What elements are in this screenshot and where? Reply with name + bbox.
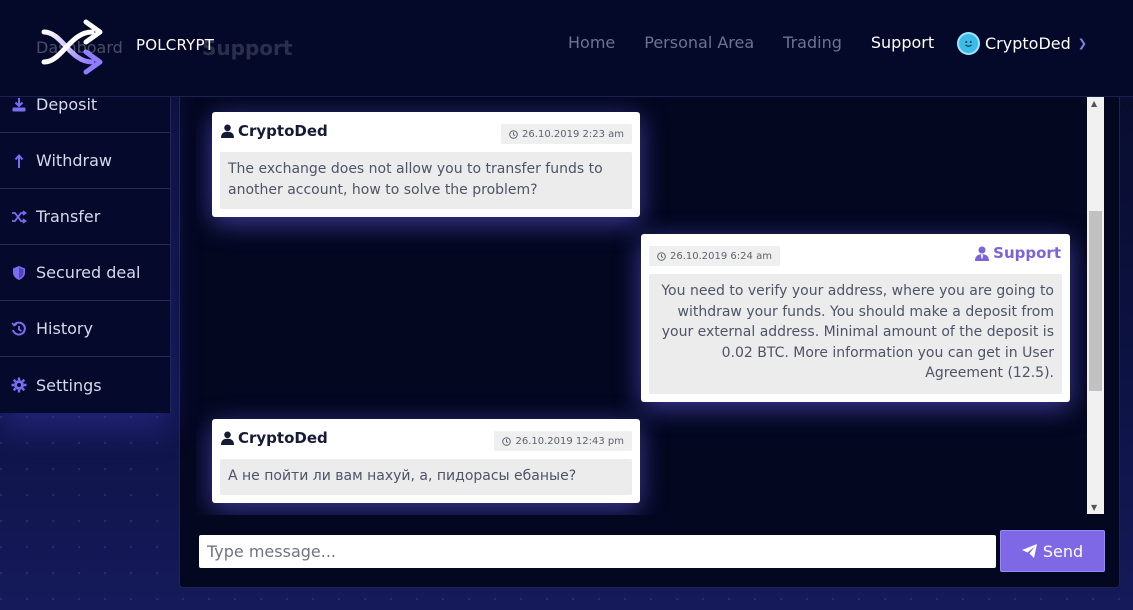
message-timestamp: 26.10.2019 6:24 am	[649, 246, 780, 266]
sidebar: Deposit Withdraw Transfer Secured deal H…	[0, 77, 171, 413]
sidebar-item-transfer[interactable]: Transfer	[0, 189, 171, 245]
nav-home[interactable]: Home	[568, 33, 615, 52]
deposit-icon	[11, 97, 27, 113]
chevron-down-icon: ❯	[1077, 37, 1087, 50]
sidebar-item-label: Deposit	[36, 95, 98, 114]
nav-personal-area[interactable]: Personal Area	[644, 33, 754, 52]
message-text: А не пойти ли вам нахуй, а, пидорасы еба…	[220, 459, 632, 495]
nav-trading[interactable]: Trading	[783, 33, 842, 52]
sidebar-item-label: Settings	[36, 375, 102, 395]
scroll-down-arrow[interactable]: ▼	[1091, 503, 1097, 512]
sidebar-item-withdraw[interactable]: Withdraw	[0, 133, 171, 189]
message-input[interactable]	[199, 535, 996, 568]
chat-message-support: 26.10.2019 6:24 am Support You need to v…	[641, 234, 1070, 402]
smile-icon	[965, 41, 972, 47]
message-author: CryptoDed	[221, 122, 328, 140]
chat-messages: CryptoDed 26.10.2019 2:23 am The exchang…	[196, 97, 1088, 515]
sidebar-item-secured-deal[interactable]: Secured deal	[0, 245, 171, 301]
sidebar-item-label: Secured deal	[36, 263, 141, 282]
chat-scrollbar[interactable]: ▲ ▼	[1087, 97, 1104, 514]
message-timestamp: 26.10.2019 2:23 am	[501, 124, 632, 144]
main-nav: Home Personal Area Trading Support	[568, 33, 934, 52]
clock-icon	[502, 436, 512, 446]
support-agent-icon	[975, 246, 990, 261]
paper-plane-icon	[1021, 544, 1037, 558]
clock-icon	[657, 251, 666, 261]
avatar	[957, 32, 980, 55]
message-text: You need to verify your address, where y…	[649, 274, 1062, 394]
top-navbar: Dashboard POLCRYPT Support Home Personal…	[0, 0, 1133, 97]
clock-icon	[509, 129, 518, 139]
transfer-icon	[11, 209, 27, 225]
user-icon	[221, 431, 234, 445]
message-author: Support	[975, 244, 1061, 262]
sidebar-item-label: Transfer	[36, 207, 101, 226]
chat-message: CryptoDed 26.10.2019 12:43 pm А не пойти…	[212, 419, 640, 503]
dashboard-link-ghost: Dashboard	[36, 38, 123, 57]
scrollbar-thumb[interactable]	[1089, 211, 1102, 391]
message-author: CryptoDed	[221, 429, 328, 447]
sidebar-item-label: Withdraw	[36, 151, 112, 170]
sidebar-item-settings[interactable]: Settings	[0, 357, 171, 413]
history-icon	[11, 321, 27, 337]
shield-icon	[11, 265, 27, 281]
user-menu[interactable]: CryptoDed ❯	[957, 32, 1087, 55]
send-label: Send	[1042, 541, 1084, 561]
gear-icon	[11, 377, 27, 393]
sidebar-item-history[interactable]: History	[0, 301, 171, 357]
user-name: CryptoDed	[985, 34, 1071, 53]
chat-message: CryptoDed 26.10.2019 2:23 am The exchang…	[212, 112, 640, 217]
nav-support[interactable]: Support	[871, 33, 934, 52]
send-button[interactable]: Send	[1000, 530, 1105, 572]
scroll-up-arrow[interactable]: ▲	[1091, 99, 1097, 108]
withdraw-icon	[11, 153, 27, 169]
message-timestamp: 26.10.2019 12:43 pm	[494, 431, 632, 451]
sidebar-item-label: History	[36, 319, 93, 338]
page-title-ghost: Support	[202, 36, 293, 60]
message-text: The exchange does not allow you to trans…	[220, 152, 632, 209]
user-icon	[221, 124, 234, 138]
